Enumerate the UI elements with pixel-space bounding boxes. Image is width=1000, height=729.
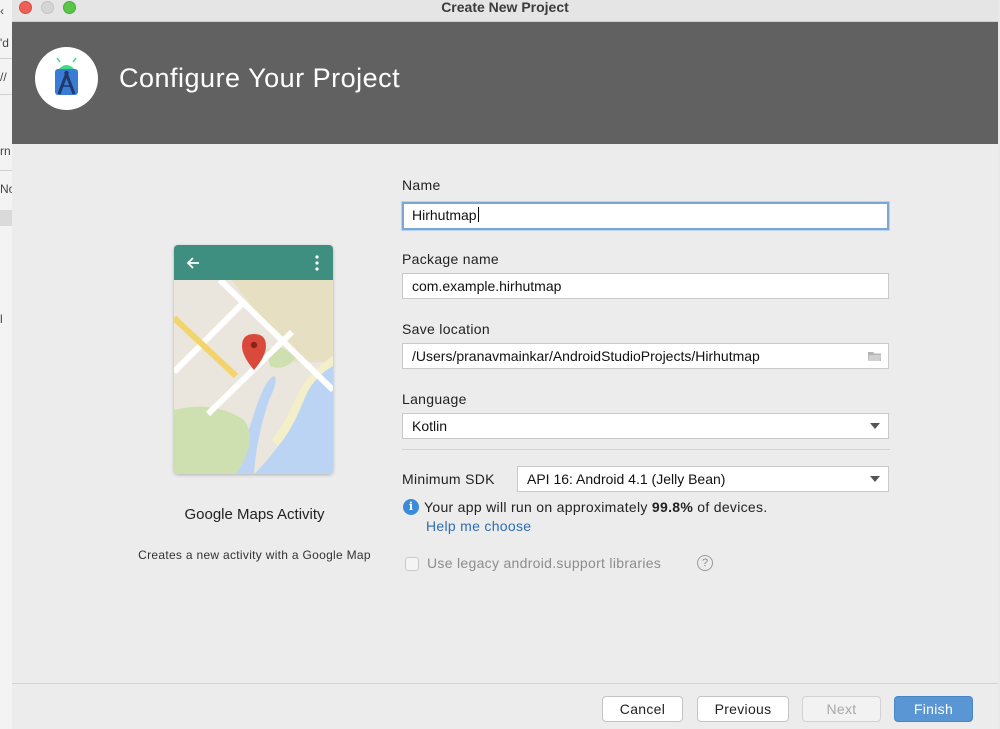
sdk-value: API 16: Android 4.1 (Jelly Bean)	[527, 471, 726, 487]
help-question-icon[interactable]: ?	[697, 555, 713, 571]
language-dropdown[interactable]: Kotlin	[402, 413, 889, 439]
package-label: Package name	[402, 251, 499, 267]
package-value: com.example.hirhutmap	[412, 278, 562, 294]
title-bar: Create New Project	[12, 0, 998, 22]
wizard-content: Google Maps Activity Creates a new activ…	[12, 144, 998, 683]
create-project-window: Create New Project Configure Your Projec…	[12, 0, 998, 729]
page-title: Configure Your Project	[119, 63, 401, 93]
minimum-sdk-label: Minimum SDK	[402, 471, 495, 487]
wizard-footer: Cancel Previous Next Finish	[12, 683, 998, 729]
previous-button[interactable]: Previous	[697, 696, 789, 722]
device-coverage-text: Your app will run on approximately 99.8%…	[424, 499, 768, 515]
language-value: Kotlin	[412, 418, 448, 434]
info-icon: i	[403, 499, 419, 515]
help-me-choose-link[interactable]: Help me choose	[426, 518, 531, 534]
overflow-menu-icon	[315, 255, 319, 271]
legacy-support-checkbox[interactable]	[405, 557, 419, 571]
android-studio-icon	[55, 57, 78, 95]
name-value: Hirhutmap	[412, 207, 477, 223]
name-label: Name	[402, 177, 441, 193]
package-name-field[interactable]: com.example.hirhutmap	[402, 273, 889, 299]
preview-app-bar	[174, 245, 333, 280]
cancel-button[interactable]: Cancel	[602, 696, 683, 722]
minimum-sdk-dropdown[interactable]: API 16: Android 4.1 (Jelly Bean)	[517, 466, 889, 492]
chevron-down-icon	[870, 476, 880, 482]
legacy-support-label: Use legacy android.support libraries	[427, 555, 662, 571]
coverage-suffix: of devices.	[693, 499, 768, 515]
template-name: Google Maps Activity	[184, 506, 325, 523]
chevron-down-icon	[870, 423, 880, 429]
section-divider	[402, 449, 890, 450]
map-illustration	[174, 280, 333, 474]
coverage-percent: 99.8%	[651, 499, 694, 515]
finish-button[interactable]: Finish	[894, 696, 973, 722]
template-preview	[174, 245, 333, 474]
back-arrow-icon	[186, 257, 199, 269]
name-field[interactable]: Hirhutmap	[402, 202, 889, 230]
language-label: Language	[402, 391, 467, 407]
template-description: Creates a new activity with a Google Map	[138, 548, 371, 562]
folder-icon[interactable]	[867, 350, 882, 362]
window-title: Create New Project	[441, 0, 569, 15]
next-button[interactable]: Next	[802, 696, 881, 722]
save-location-label: Save location	[402, 321, 490, 337]
save-location-value: /Users/pranavmainkar/AndroidStudioProjec…	[412, 348, 760, 364]
wizard-header: Configure Your Project	[12, 22, 998, 144]
coverage-prefix: Your app will run on approximately	[424, 499, 652, 515]
text-caret	[477, 207, 479, 222]
save-location-field[interactable]: /Users/pranavmainkar/AndroidStudioProjec…	[402, 343, 889, 369]
android-studio-logo	[35, 47, 98, 110]
